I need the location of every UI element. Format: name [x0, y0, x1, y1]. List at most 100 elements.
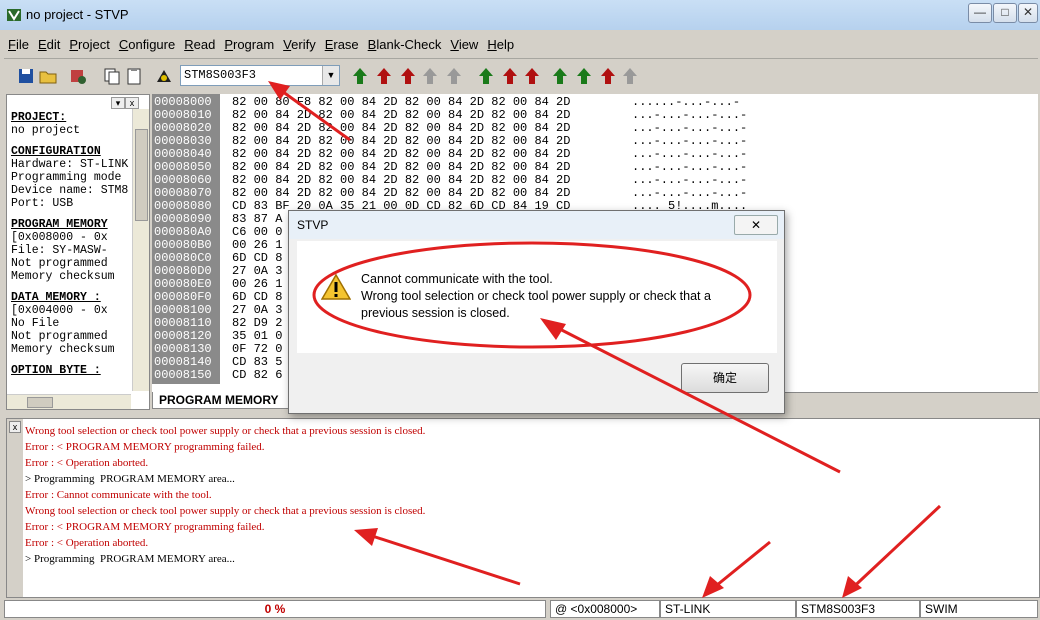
maximize-button[interactable]: □ [993, 3, 1017, 23]
menu-item[interactable]: Edit [34, 34, 64, 55]
info-line: [0x004000 - 0x [11, 304, 108, 317]
dialog-title: STVP [297, 218, 329, 232]
dialog-message: Cannot communicate with the tool. Wrong … [361, 271, 761, 322]
menu-item-label: lank-Check [376, 37, 442, 52]
program-action-icon[interactable] [598, 66, 618, 86]
section-heading: PROJECT: [11, 111, 67, 124]
program-action-icon[interactable] [350, 66, 370, 86]
open-folder-icon[interactable] [38, 66, 58, 86]
program-action-icon[interactable] [550, 66, 570, 86]
watermark: 电子发烧友 [900, 570, 970, 586]
dialog-body: Cannot communicate with the tool. Wrong … [297, 241, 777, 353]
log-lines: Wrong tool selection or check tool power… [25, 423, 425, 567]
program-action-icon[interactable] [444, 66, 464, 86]
menu-item-mnemonic: H [487, 37, 497, 52]
menu-item[interactable]: View [446, 34, 482, 55]
menu-item-label: rase [333, 37, 359, 52]
paste-icon[interactable] [124, 66, 144, 86]
minimize-button[interactable]: — [968, 3, 992, 23]
project-icon[interactable] [68, 66, 88, 86]
info-line: No File [11, 317, 60, 330]
stvp-app-icon [7, 9, 21, 21]
menu-item-label: erify [291, 37, 316, 52]
close-window-button[interactable]: ✕ [1018, 3, 1038, 23]
dialog-message-line: Cannot communicate with the tool. [361, 272, 553, 286]
menu-item-mnemonic: V [450, 37, 459, 52]
connect-icon[interactable] [154, 66, 174, 86]
warning-icon [321, 273, 351, 300]
log-info-line: > Programming PROGRAM MEMORY area... [25, 473, 235, 485]
menu-item-mnemonic: E [37, 37, 47, 52]
menu-item-label: ead [193, 37, 216, 52]
tab-program-memory[interactable]: PROGRAM MEMORY [152, 392, 298, 409]
program-action-icon[interactable] [374, 66, 394, 86]
menu-item-mnemonic: R [184, 37, 194, 52]
log-error-line: Error : Cannot communicate with the tool… [25, 489, 212, 501]
info-line: Port: USB [11, 197, 74, 210]
dialog-message-line: previous session is closed. [361, 306, 510, 320]
info-line: Memory checksum [11, 270, 115, 283]
menu-item[interactable]: Blank-Check [364, 34, 446, 55]
program-action-icon[interactable] [420, 66, 440, 86]
section-heading: PROGRAM MEMORY [11, 218, 108, 231]
error-dialog: STVP ✕ Cannot communicate with the tool.… [288, 210, 785, 414]
program-action-icon[interactable] [500, 66, 520, 86]
title-bar: no project - STVP — □ ✕ [0, 0, 1040, 30]
panel-close-icon[interactable]: x [125, 97, 139, 109]
menu-item[interactable]: Help [483, 34, 518, 55]
program-action-icon[interactable] [620, 66, 640, 86]
dialog-close-button[interactable]: ✕ [734, 215, 778, 235]
menu-item[interactable]: Erase [321, 34, 363, 55]
device-select[interactable]: STM8S003F3 ▼ [180, 65, 340, 86]
info-line: no project [11, 124, 81, 137]
memory-bytes: CD 82 6 [232, 368, 283, 382]
save-icon[interactable] [16, 66, 36, 86]
program-action-icon[interactable] [522, 66, 542, 86]
vertical-scrollbar[interactable] [132, 109, 149, 391]
horizontal-scrollbar[interactable] [7, 394, 131, 409]
output-log: x Wrong tool selection or check tool pow… [6, 418, 1040, 598]
info-line: Programming mode [11, 171, 122, 184]
menu-item-label: dit [46, 37, 61, 52]
status-address: @ <0x008000> [550, 600, 660, 618]
menu-item-label: roject [78, 37, 110, 52]
menu-item[interactable]: Project [65, 34, 113, 55]
copy-icon[interactable] [102, 66, 122, 86]
log-error-line: Error : < Operation aborted. [25, 537, 149, 549]
program-action-icon[interactable] [574, 66, 594, 86]
log-error-line: Error : < PROGRAM MEMORY programming fai… [25, 441, 265, 453]
panel-dropdown-icon[interactable]: ▾ [111, 97, 125, 109]
section-heading: DATA MEMORY : [11, 291, 101, 304]
menu-item[interactable]: Program [220, 34, 278, 55]
ok-button[interactable]: 确定 [681, 363, 769, 393]
program-action-icon[interactable] [398, 66, 418, 86]
menu-item-mnemonic: V [283, 37, 292, 52]
menu-item-label: rogram [232, 37, 275, 52]
menu-item[interactable]: Read [180, 34, 219, 55]
section-heading: OPTION BYTE : [11, 364, 101, 377]
log-error-line: Error : < PROGRAM MEMORY programming fai… [25, 521, 265, 533]
log-info-line: > Programming PROGRAM MEMORY area... [25, 553, 235, 565]
menu-item-label: ile [15, 37, 29, 52]
info-line: [0x008000 - 0x [11, 231, 108, 244]
log-side-bar: x [7, 419, 23, 597]
progress-indicator: 0 % [4, 600, 546, 618]
dialog-title-bar: STVP ✕ [289, 211, 784, 239]
menu-item-label: elp [496, 37, 515, 52]
menu-item-mnemonic: C [118, 37, 129, 52]
menu-item-mnemonic: P [224, 37, 233, 52]
menu-item[interactable]: File [4, 34, 33, 55]
device-select-value: STM8S003F3 [184, 68, 257, 82]
menu-item[interactable]: Verify [279, 34, 320, 55]
log-error-line: Error : < Operation aborted. [25, 457, 149, 469]
menu-item[interactable]: Configure [115, 34, 179, 55]
chevron-down-icon[interactable]: ▼ [322, 66, 339, 85]
info-line: Not programmed [11, 257, 108, 270]
memory-addr: 00008150 [154, 368, 212, 382]
program-action-icon[interactable] [476, 66, 496, 86]
status-bar: 0 % @ <0x008000> ST-LINK STM8S003F3 SWIM [0, 598, 1040, 620]
section-heading: CONFIGURATION [11, 145, 101, 158]
menu-item-label: iew [458, 37, 479, 52]
window-title: no project - STVP [26, 7, 129, 22]
log-close-icon[interactable]: x [9, 421, 21, 433]
